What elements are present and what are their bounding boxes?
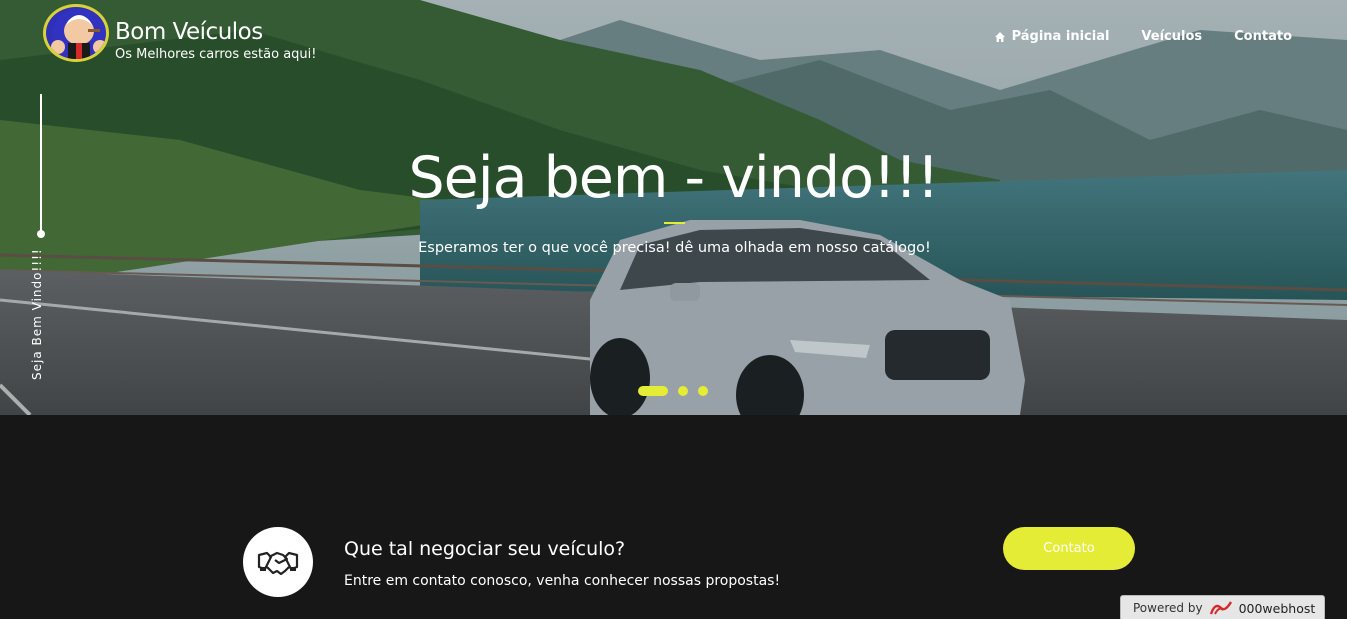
cta-text: Entre em contato conosco, venha conhecer… — [344, 573, 781, 589]
side-label: Seja Bem Vindo!!!! — [30, 248, 44, 380]
nav-item-vehicles[interactable]: Veículos — [1141, 29, 1202, 44]
brand-title[interactable]: Bom Veículos — [115, 19, 316, 45]
main-nav: Página inicial Veículos Contato — [994, 29, 1292, 44]
nav-item-contact[interactable]: Contato — [1234, 29, 1292, 44]
logo[interactable] — [43, 4, 109, 62]
carousel-dot-1[interactable] — [638, 386, 668, 396]
carousel-dot-2[interactable] — [678, 386, 688, 396]
brand-subtitle: Os Melhores carros estão aqui! — [115, 47, 317, 62]
hosting-badge[interactable]: Powered by 000webhost — [1120, 595, 1325, 619]
hero-subtitle: Esperamos ter o que você precisa! dê uma… — [418, 240, 931, 256]
nav-item-contact-label: Contato — [1234, 29, 1292, 44]
popeye-logo-icon — [51, 9, 106, 59]
brand[interactable]: Bom Veículos Os Melhores carros estão aq… — [43, 4, 316, 62]
webhost-logo-icon — [1209, 601, 1232, 615]
contact-button[interactable]: Contato — [1003, 527, 1135, 570]
nav-item-home-label: Página inicial — [1011, 29, 1110, 44]
carousel-dot-3[interactable] — [698, 386, 708, 396]
cta-icon-circle — [243, 527, 313, 597]
side-dot — [37, 230, 45, 238]
hosting-badge-prefix: Powered by — [1133, 601, 1203, 615]
hero-title: Seja bem - vindo!!! — [408, 145, 939, 211]
cta-title: Que tal negociar seu veículo? — [344, 538, 626, 560]
title-underline — [664, 222, 685, 224]
home-icon — [994, 31, 1005, 42]
handshake-icon — [257, 551, 299, 576]
hero-banner: Bom Veículos Os Melhores carros estão aq… — [0, 0, 1347, 415]
hosting-badge-name: 000webhost — [1238, 600, 1316, 616]
nav-item-home[interactable]: Página inicial — [994, 29, 1110, 44]
carousel-indicators — [638, 386, 708, 396]
nav-item-vehicles-label: Veículos — [1141, 29, 1203, 44]
